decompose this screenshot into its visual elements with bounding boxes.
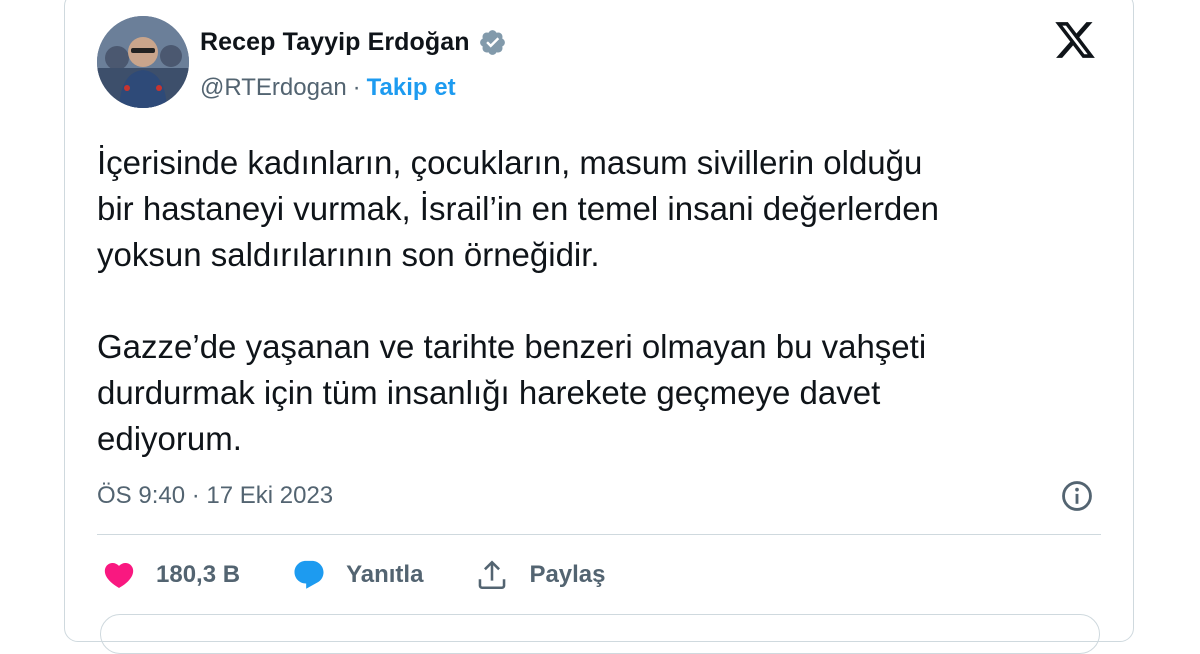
action-bar: 180,3 B Yanıtla Paylaş: [102, 558, 658, 592]
like-count: 180,3 B: [156, 561, 241, 588]
author-handle-row: @RTErdogan · Takip et: [200, 74, 456, 102]
tweet-paragraph-2: Gazze’de yaşanan ve tarihte benzeri olma…: [97, 328, 927, 457]
share-button[interactable]: Paylaş: [475, 558, 606, 592]
author-name-row: Recep Tayyip Erdoğan: [200, 28, 507, 57]
separator-dot: ·: [352, 74, 361, 101]
follow-button[interactable]: Takip et: [367, 74, 456, 102]
reply-bubble-icon: [294, 560, 324, 589]
read-replies-button[interactable]: [100, 614, 1100, 654]
info-icon[interactable]: [1060, 479, 1094, 513]
tweet-paragraph-1: İçerisinde kadınların, çocukların, masum…: [97, 144, 939, 273]
tweet-timestamp[interactable]: ÖS 9:40 · 17 Eki 2023: [97, 482, 333, 510]
reply-label: Yanıtla: [346, 561, 424, 588]
author-name[interactable]: Recep Tayyip Erdoğan: [200, 28, 470, 57]
divider: [97, 534, 1101, 535]
author-handle[interactable]: @RTErdogan: [200, 74, 347, 102]
avatar[interactable]: [97, 16, 189, 108]
like-button[interactable]: 180,3 B: [102, 558, 240, 592]
tweet-text: İçerisinde kadınların, çocukların, masum…: [97, 140, 1107, 462]
avatar-image: [97, 16, 189, 108]
share-icon: [479, 560, 506, 590]
reply-button[interactable]: Yanıtla: [292, 558, 423, 592]
verified-badge-icon: [479, 30, 505, 55]
x-logo-icon[interactable]: [1053, 18, 1097, 62]
heart-icon: [104, 562, 134, 588]
share-label: Paylaş: [529, 561, 606, 588]
